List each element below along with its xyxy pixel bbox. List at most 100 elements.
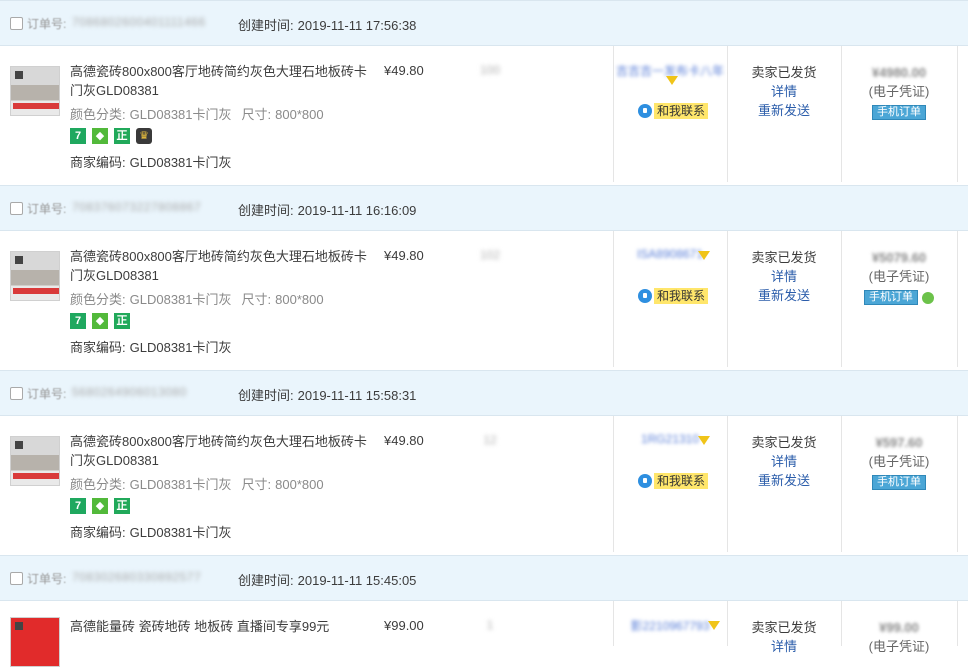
status-text: 卖家已发货 (751, 250, 817, 265)
flag-icon[interactable] (666, 76, 678, 85)
flag-icon[interactable] (708, 621, 720, 630)
order-body: 高德瓷砖800x800客厅地砖简约灰色大理石地板砖卡门灰GLD08381 颜色分… (0, 231, 968, 367)
sku-color-label: 颜色分类: (70, 477, 126, 492)
created-time: 创建时间: 2019-11-11 16:16:09 (238, 200, 416, 219)
order-no-label: 订单号: (27, 387, 67, 401)
merchant-code: 商家编码: GLD08381卡门灰 (70, 522, 232, 541)
crown-icon[interactable]: ♛ (136, 128, 152, 144)
seven-day-return-icon[interactable]: 7 (70, 128, 86, 144)
order-status: 卖家已发货 详情 (728, 618, 840, 656)
order-no[interactable]: 708376073227808867 (72, 200, 201, 214)
order-amount: ¥597.60 (电子凭证) 手机订单 (842, 433, 956, 490)
chat-icon (638, 104, 652, 118)
order-no[interactable]: 5680264906013080 (72, 385, 187, 399)
sku-color: GLD08381卡门灰 (129, 477, 232, 492)
detail-link[interactable]: 详情 (728, 637, 840, 656)
order-status: 卖家已发货 详情 重新发送 (728, 433, 840, 490)
unit-price: ¥49.80 (384, 248, 424, 263)
amount-value: ¥5079.60 (871, 250, 927, 265)
column-divider (957, 601, 958, 646)
mobile-order-tag: 手机订单 (872, 105, 926, 120)
shield-icon[interactable]: ◆ (92, 128, 108, 144)
sku-info: 颜色分类: GLD08381卡门灰 尺寸: 800*800 (70, 289, 324, 308)
product-thumbnail[interactable] (10, 66, 60, 116)
flag-icon[interactable] (698, 436, 710, 445)
order-status: 卖家已发货 详情 重新发送 (728, 63, 840, 120)
sku-size: 800*800 (275, 292, 324, 307)
product-thumbnail[interactable] (10, 436, 60, 486)
resend-link[interactable]: 重新发送 (728, 286, 840, 305)
contact-button[interactable]: 和我联系 (638, 473, 709, 489)
order-header: 订单号: 7086802600401111466 创建时间: 2019-11-11… (0, 0, 968, 46)
product-title[interactable]: 高德瓷砖800x800客厅地砖简约灰色大理石地板砖卡门灰GLD08381 (70, 247, 370, 285)
product-title[interactable]: 高德瓷砖800x800客厅地砖简约灰色大理石地板砖卡门灰GLD08381 (70, 62, 370, 100)
seven-day-return-icon[interactable]: 7 (70, 498, 86, 514)
contact-label: 和我联系 (654, 103, 709, 119)
order-body: 高德能量砖 瓷砖地砖 地板砖 直播间专享99元 ¥99.00 1 影221096… (0, 601, 968, 667)
created-value: 2019-11-11 16:16:09 (297, 203, 417, 218)
column-divider (957, 46, 958, 182)
detail-link[interactable]: 详情 (728, 267, 840, 286)
contact-button[interactable]: 和我联系 (638, 288, 709, 304)
sku-size: 800*800 (275, 107, 324, 122)
amount-value: ¥597.60 (875, 435, 923, 450)
seven-day-return-icon[interactable]: 7 (70, 313, 86, 329)
sku-color: GLD08381卡门灰 (129, 292, 232, 307)
detail-link[interactable]: 详情 (728, 82, 840, 101)
order-no-label: 订单号: (27, 202, 67, 216)
genuine-icon[interactable]: 正 (114, 498, 130, 514)
mobile-order-tag: 手机订单 (872, 475, 926, 490)
order-checkbox[interactable] (10, 572, 23, 585)
quantity: 12 (483, 433, 497, 447)
column-divider (957, 416, 958, 552)
order-amount: ¥5079.60 (电子凭证) 手机订单 (842, 248, 956, 305)
resend-link[interactable]: 重新发送 (728, 471, 840, 490)
genuine-icon[interactable]: 正 (114, 313, 130, 329)
shield-icon[interactable]: ◆ (92, 313, 108, 329)
order-no-label: 订单号: (27, 17, 67, 31)
quantity: 1 (486, 618, 494, 632)
created-time: 创建时间: 2019-11-11 17:56:38 (238, 15, 416, 34)
sku-size: 800*800 (275, 477, 324, 492)
created-time: 创建时间: 2019-11-11 15:45:05 (238, 570, 416, 589)
sku-size-label: 尺寸: (241, 477, 272, 492)
order-no[interactable]: 7086802600401111466 (72, 15, 206, 29)
order-header: 订单号: 708376073227808867 创建时间: 2019-11-11 … (0, 185, 968, 231)
product-thumbnail[interactable] (10, 251, 60, 301)
created-label: 创建时间: (238, 18, 294, 33)
order-checkbox[interactable] (10, 202, 23, 215)
resend-link[interactable]: 重新发送 (728, 101, 840, 120)
created-value: 2019-11-11 15:45:05 (297, 573, 417, 588)
product-title[interactable]: 高德瓷砖800x800客厅地砖简约灰色大理石地板砖卡门灰GLD08381 (70, 432, 370, 470)
shield-icon[interactable]: ◆ (92, 498, 108, 514)
amount-value: ¥4980.00 (871, 65, 927, 80)
mobile-order-tag: 手机订单 (864, 290, 918, 305)
chat-icon (638, 289, 652, 303)
order-amount: ¥99.00 (电子凭证) (842, 618, 956, 656)
sku-info: 颜色分类: GLD08381卡门灰 尺寸: 800*800 (70, 474, 324, 493)
flag-icon[interactable] (698, 251, 710, 260)
service-badges: 7 ◆ 正 (70, 498, 136, 514)
voucher-label: (电子凭证) (868, 454, 930, 469)
order-checkbox[interactable] (10, 17, 23, 30)
order-header: 订单号: 708302680330892577 创建时间: 2019-11-11 … (0, 555, 968, 601)
quantity: 100 (479, 63, 501, 77)
sku-color-label: 颜色分类: (70, 292, 126, 307)
genuine-icon[interactable]: 正 (114, 128, 130, 144)
detail-link[interactable]: 详情 (728, 452, 840, 471)
refresh-icon[interactable] (922, 291, 934, 304)
unit-price: ¥99.00 (384, 618, 424, 633)
order-checkbox[interactable] (10, 387, 23, 400)
created-label: 创建时间: (238, 388, 294, 403)
contact-button[interactable]: 和我联系 (638, 103, 709, 119)
contact-label: 和我联系 (654, 473, 709, 489)
order-body: 高德瓷砖800x800客厅地砖简约灰色大理石地板砖卡门灰GLD08381 颜色分… (0, 46, 968, 182)
merchant-code-label: 商家编码: (70, 340, 126, 355)
order-no[interactable]: 708302680330892577 (72, 570, 201, 584)
order-status: 卖家已发货 详情 重新发送 (728, 248, 840, 305)
product-title[interactable]: 高德能量砖 瓷砖地砖 地板砖 直播间专享99元 (70, 617, 370, 636)
product-thumbnail[interactable] (10, 617, 60, 667)
service-badges: 7 ◆ 正 (70, 313, 136, 329)
service-badges: 7 ◆ 正 ♛ (70, 128, 158, 144)
contact-label: 和我联系 (654, 288, 709, 304)
